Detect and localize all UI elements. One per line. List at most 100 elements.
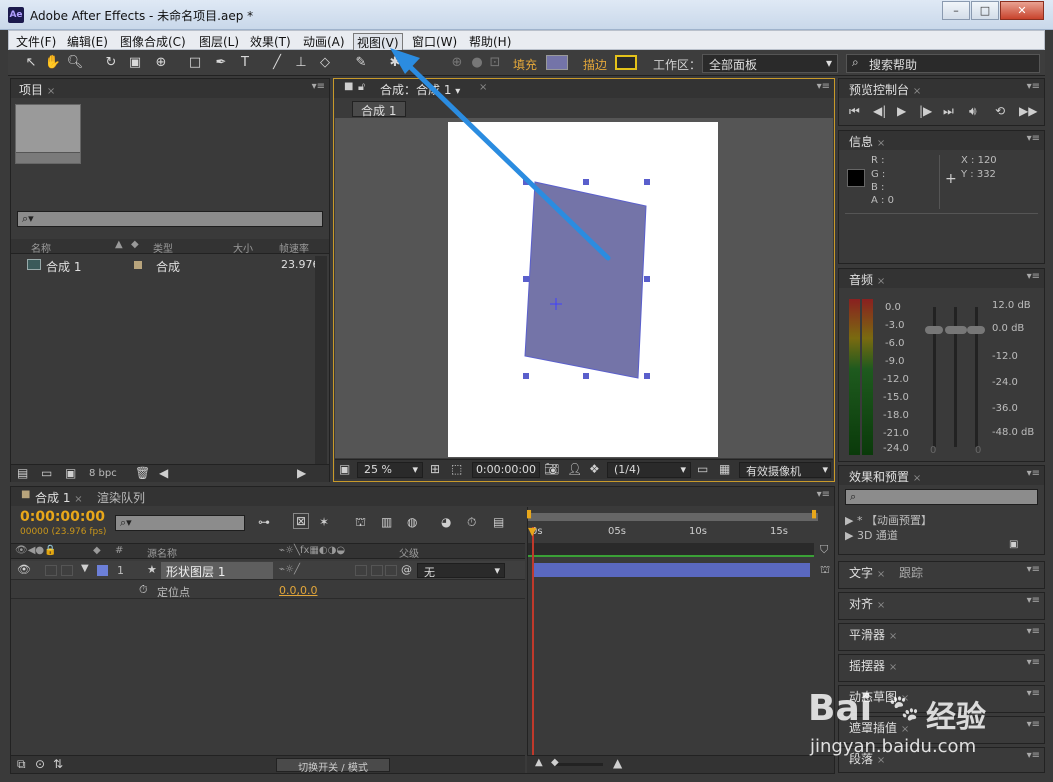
tab-project[interactable]: 项目 × bbox=[19, 81, 55, 98]
zoom-tool-icon[interactable]: 🔍︎ bbox=[66, 54, 84, 72]
panel-menu-icon[interactable]: ▾≡ bbox=[1027, 595, 1040, 606]
audio-icon[interactable]: 🔊︎ bbox=[969, 104, 977, 119]
audio-slider-handle[interactable] bbox=[967, 326, 985, 334]
hide-shy-layers-icon[interactable]: ⛫ bbox=[355, 515, 366, 531]
selection-tool-icon[interactable]: ↖ bbox=[22, 54, 40, 72]
ram-preview-icon[interactable]: ▶▶ bbox=[1019, 104, 1037, 118]
maximize-button[interactable]: □ bbox=[971, 1, 999, 20]
trash-icon[interactable]: 🗑︎ bbox=[135, 466, 150, 480]
comp-button-icon[interactable]: ⛫ bbox=[820, 563, 830, 578]
brainstorm-icon[interactable]: ▤ bbox=[493, 515, 504, 529]
layer-name[interactable]: 形状图层 1 bbox=[161, 562, 273, 579]
column-type[interactable]: 类型 bbox=[153, 240, 173, 255]
comp-viewer[interactable] bbox=[335, 118, 833, 458]
timeline-timecode[interactable]: 0:00:00:00 bbox=[20, 509, 105, 525]
tab-audio[interactable]: 音频 × bbox=[849, 271, 885, 288]
tab-smoother[interactable]: 平滑器 × bbox=[849, 626, 897, 643]
pen-tool-icon[interactable]: ✒ bbox=[212, 54, 230, 72]
work-area-end-icon[interactable]: ▮ bbox=[811, 507, 817, 520]
roto-brush-tool-icon[interactable]: ✎ bbox=[352, 54, 370, 72]
bpc-label[interactable]: 8 bpc bbox=[89, 468, 117, 479]
menu-help[interactable]: 帮助(H) bbox=[466, 33, 514, 50]
panel-menu-icon[interactable]: ▾≡ bbox=[1027, 468, 1040, 479]
interpret-footage-icon[interactable]: ▤ bbox=[17, 466, 28, 480]
project-search-input[interactable]: ⌕▾ bbox=[17, 211, 323, 227]
transform-handle[interactable] bbox=[523, 373, 529, 379]
new-folder-icon[interactable]: ▭ bbox=[41, 466, 52, 480]
effects-search-input[interactable]: ⌕ bbox=[845, 489, 1038, 505]
transform-handle[interactable] bbox=[644, 179, 650, 185]
lock-icon[interactable]: 🔓︎ bbox=[358, 80, 365, 94]
region-of-interest-icon[interactable]: ▭ bbox=[697, 462, 708, 476]
panel-menu-icon[interactable]: ▾≡ bbox=[312, 81, 325, 92]
project-scrollbar[interactable] bbox=[315, 256, 327, 464]
mask-visibility-icon[interactable]: ⬚ bbox=[451, 462, 462, 476]
pick-whip-icon[interactable]: @ bbox=[401, 563, 412, 576]
comp-timecode[interactable]: 0:00:00:00 bbox=[472, 462, 540, 478]
transform-handle[interactable] bbox=[644, 276, 650, 282]
workspace-select[interactable]: 全部面板 ▾ bbox=[702, 54, 838, 73]
clone-stamp-tool-icon[interactable]: ⊥ bbox=[292, 54, 310, 72]
mini-flowchart-icon[interactable]: ⊶ bbox=[258, 515, 270, 529]
zoom-slider-handle[interactable]: ◆ bbox=[551, 757, 559, 768]
camera-select[interactable]: 有效摄像机 ▾ bbox=[739, 462, 831, 478]
comp-breadcrumb[interactable]: 合成 1 bbox=[352, 101, 406, 118]
stopwatch-icon[interactable]: ⏱ bbox=[139, 583, 148, 597]
property-row[interactable]: ⏱ 定位点 0.0,0.0 bbox=[11, 581, 525, 599]
column-name[interactable]: 名称 bbox=[31, 240, 51, 255]
timeline-graph[interactable]: 0s 05s 10s 15s ▼ ▮ ▮ ⛉ ⛫ bbox=[526, 507, 834, 773]
panel-menu-icon[interactable]: ▾≡ bbox=[817, 489, 830, 500]
timeline-search-input[interactable]: ⌕▾ bbox=[115, 515, 245, 531]
transform-handle[interactable] bbox=[583, 373, 589, 379]
expand-triangle-icon[interactable]: ▼ bbox=[81, 563, 89, 574]
first-frame-icon[interactable]: ⏮ bbox=[849, 104, 860, 119]
tab-align[interactable]: 对齐 × bbox=[849, 595, 885, 612]
new-composition-icon[interactable]: ▣ bbox=[65, 466, 76, 480]
menu-layer[interactable]: 图层(L) bbox=[196, 33, 242, 50]
previous-frame-icon[interactable]: ◀| bbox=[873, 104, 886, 118]
close-icon[interactable]: × bbox=[47, 86, 55, 97]
resolution-select[interactable]: (1/4) ▾ bbox=[607, 462, 691, 478]
current-time-indicator[interactable] bbox=[532, 527, 534, 773]
panel-menu-icon[interactable]: ▾≡ bbox=[1027, 81, 1040, 92]
stroke-color-swatch[interactable] bbox=[615, 55, 637, 70]
shape-polygon[interactable] bbox=[524, 181, 647, 379]
shape-layer-graphic[interactable] bbox=[448, 122, 718, 457]
rectangle-tool-icon[interactable]: □ bbox=[186, 54, 204, 72]
transform-handle[interactable] bbox=[523, 276, 529, 282]
layer-duration-bar[interactable] bbox=[532, 563, 810, 577]
parent-select[interactable]: 无 ▾ bbox=[417, 563, 505, 579]
audio-slider-handle[interactable] bbox=[925, 326, 943, 334]
puppet-tool-icon[interactable]: ✱ bbox=[386, 54, 404, 72]
rotate-tool-icon[interactable]: ↻ bbox=[102, 54, 120, 72]
grid-toggle-icon[interactable]: ⊞ bbox=[430, 462, 440, 476]
last-frame-icon[interactable]: ⏭ bbox=[943, 104, 954, 119]
draft-3d-icon[interactable]: ✶ bbox=[319, 515, 329, 529]
tab-composition[interactable]: 合成：合成 1 ▾ bbox=[380, 81, 460, 98]
always-preview-icon[interactable]: ▣ bbox=[339, 462, 350, 476]
transform-handle[interactable] bbox=[523, 179, 529, 185]
transparency-grid-icon[interactable]: ▦ bbox=[719, 462, 730, 476]
tab-character[interactable]: 文字 × bbox=[849, 564, 885, 581]
table-row[interactable]: 合成 1 合成 23.976 bbox=[11, 256, 320, 274]
expand-layer-switches-icon[interactable]: ⧉ bbox=[17, 757, 26, 772]
menu-composition[interactable]: 图像合成(C) bbox=[117, 33, 189, 50]
comp-marker-icon[interactable]: ⛉ bbox=[820, 543, 828, 557]
work-area-start-icon[interactable]: ▮ bbox=[526, 507, 532, 520]
new-preset-icon[interactable]: ▣ bbox=[1009, 539, 1018, 550]
frame-blending-icon[interactable]: ▥ bbox=[381, 515, 392, 529]
stroke-label[interactable]: 描边 bbox=[583, 56, 607, 73]
camera-tool-icon[interactable]: ▣ bbox=[126, 54, 144, 72]
expand-in-out-icon[interactable]: ⇅ bbox=[53, 757, 63, 771]
zoom-select[interactable]: 25 % ▾ bbox=[357, 462, 423, 478]
panel-menu-icon[interactable]: ▾≡ bbox=[1027, 271, 1040, 282]
color-channels-icon[interactable]: ❖ bbox=[589, 462, 600, 476]
property-value[interactable]: 0.0,0.0 bbox=[279, 584, 317, 597]
work-area-bar[interactable] bbox=[528, 513, 818, 521]
zoom-out-icon[interactable]: ▲ bbox=[535, 757, 543, 768]
comp-canvas[interactable] bbox=[448, 122, 718, 457]
pan-behind-tool-icon[interactable]: ⊕ bbox=[152, 54, 170, 72]
lock-toggle[interactable] bbox=[61, 565, 73, 576]
show-snapshot-icon[interactable]: 👤︎ bbox=[567, 462, 582, 476]
graph-editor-icon[interactable]: ◕ bbox=[441, 515, 451, 529]
